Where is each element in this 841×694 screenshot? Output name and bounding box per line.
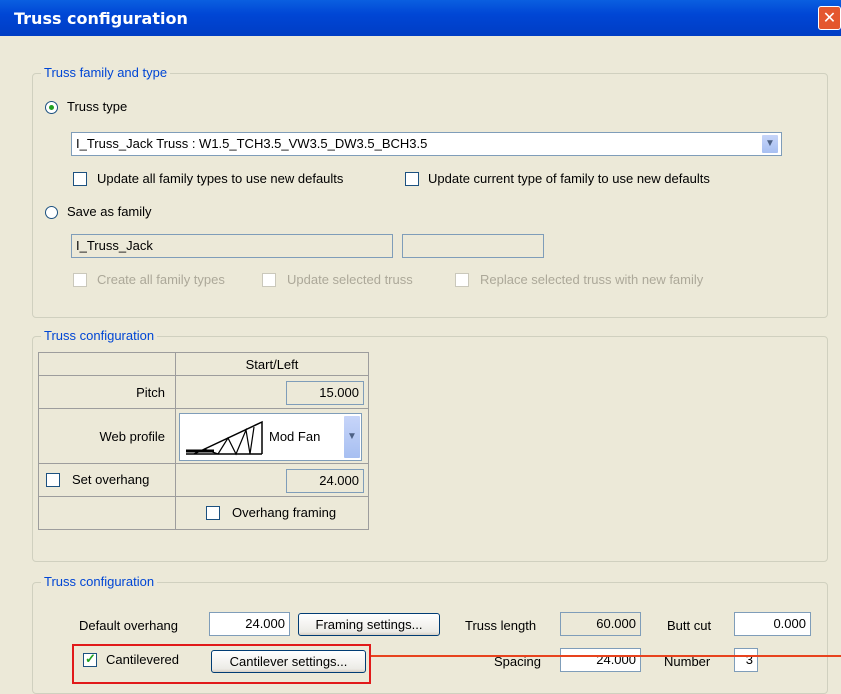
update-current-label: Update current type of family to use new… [428,171,710,186]
truss-length-value: 60.000 [596,616,636,631]
table-corner-cell [38,352,176,376]
title-bar: Truss configuration ✕ [0,0,841,36]
truss-config-table: Start/Left Pitch 15.000 Web profile Mod … [38,352,369,530]
framing-settings-button[interactable]: Framing settings... [298,613,440,636]
truss-length-label: Truss length [465,618,537,633]
pitch-field[interactable]: 15.000 [286,381,364,405]
pitch-label: Pitch [38,375,176,409]
truss-config-bottom-legend: Truss configuration [41,574,158,589]
chevron-down-icon[interactable]: ▼ [343,415,361,459]
default-overhang-field[interactable]: 24.000 [209,612,290,636]
close-icon[interactable]: ✕ [818,6,841,30]
overhang-field[interactable]: 24.000 [286,469,364,493]
set-overhang-cell: Set overhang [38,463,176,497]
default-overhang-value: 24.000 [245,616,285,631]
mod-fan-truss-icon [186,420,263,456]
web-profile-dropdown[interactable]: Mod Fan ▼ [179,413,362,461]
butt-cut-value: 0.000 [773,616,806,631]
truss-type-dropdown[interactable]: I_Truss_Jack Truss : W1.5_TCH3.5_VW3.5_D… [71,132,782,156]
overhang-framing-label: Overhang framing [232,505,337,520]
web-profile-label: Web profile [38,408,176,464]
overhang-cell: 24.000 [175,463,369,497]
truss-type-label: Truss type [67,99,128,114]
save-as-family-radio[interactable] [45,206,58,219]
highlight-box [72,644,371,684]
truss-family-legend: Truss family and type [41,65,171,80]
web-profile-cell: Mod Fan ▼ [175,408,369,464]
set-overhang-label: Set overhang [72,472,150,487]
replace-selected-label: Replace selected truss with new family [480,272,704,287]
truss-length-field[interactable]: 60.000 [560,612,641,636]
save-as-family-label: Save as family [67,204,152,219]
set-overhang-checkbox[interactable] [46,473,60,487]
default-overhang-label: Default overhang [79,618,179,633]
update-current-checkbox[interactable] [405,172,419,186]
family-name-field[interactable]: I_Truss_Jack [71,234,393,258]
spacing-field[interactable]: 24.000 [560,648,641,672]
chevron-down-icon[interactable]: ▼ [761,134,779,154]
overhang-value: 24.000 [319,473,359,488]
overhang-framing-cell: Overhang framing [175,496,369,530]
start-left-header: Start/Left [175,352,369,376]
pitch-value: 15.000 [319,385,359,400]
truss-config-legend: Truss configuration [41,328,158,343]
truss-type-value: I_Truss_Jack Truss : W1.5_TCH3.5_VW3.5_D… [76,136,428,151]
web-profile-value: Mod Fan [269,429,321,444]
create-all-label: Create all family types [97,272,225,287]
update-all-label: Update all family types to use new defau… [97,171,344,186]
empty-cell [38,496,176,530]
create-all-checkbox[interactable] [73,273,87,287]
update-selected-label: Update selected truss [287,272,413,287]
butt-cut-field[interactable]: 0.000 [734,612,811,636]
pitch-cell: 15.000 [175,375,369,409]
butt-cut-label: Butt cut [667,618,712,633]
update-all-checkbox[interactable] [73,172,87,186]
truss-type-radio[interactable] [45,101,58,114]
family-name-value: I_Truss_Jack [76,238,153,253]
update-selected-checkbox[interactable] [262,273,276,287]
number-field[interactable]: 3 [734,648,758,672]
replace-selected-checkbox[interactable] [455,273,469,287]
annotation-line [371,655,841,657]
window-title: Truss configuration [14,9,188,28]
overhang-framing-checkbox[interactable] [206,506,220,520]
family-type-field[interactable] [402,234,544,258]
